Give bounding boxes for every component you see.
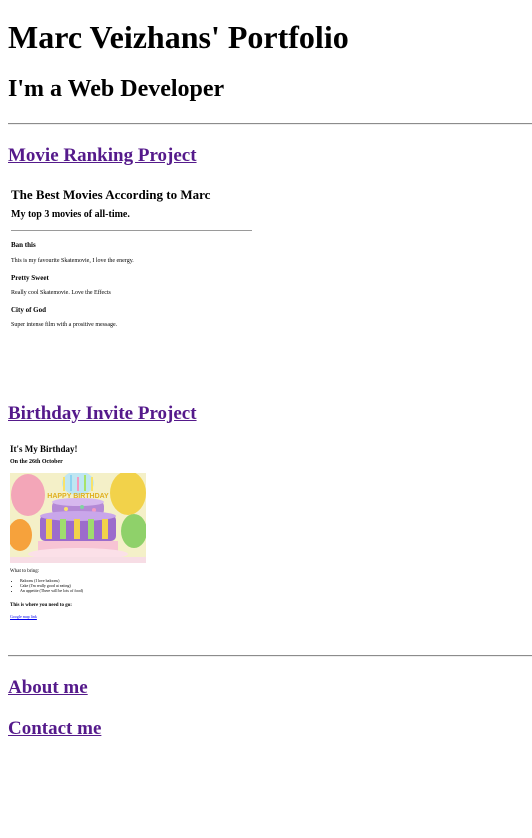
birthday-preview-title: It's My Birthday! xyxy=(10,444,78,454)
movie-name: Pretty Sweet xyxy=(11,274,49,282)
movie-description: Super intense film with a prositive mess… xyxy=(11,322,118,328)
movie-project-link[interactable]: Movie Ranking Project xyxy=(8,145,197,167)
bring-item: An appetite (There will be lots of food) xyxy=(20,588,83,593)
movie-name: City of God xyxy=(11,306,46,314)
portfolio-page: Marc Veizhans' Portfolio I'm a Web Devel… xyxy=(0,19,532,740)
divider-top xyxy=(8,123,532,125)
movie-project-section: Movie Ranking Project The Best Movies Ac… xyxy=(8,145,532,337)
about-nav: About me xyxy=(8,677,532,699)
movie-name: Ban this xyxy=(11,241,36,249)
movie-project-screenshot: The Best Movies According to Marc My top… xyxy=(8,187,258,337)
map-link: Google map link xyxy=(10,614,37,619)
page-title: Marc Veizhans' Portfolio xyxy=(8,19,349,55)
contact-me-link[interactable]: Contact me xyxy=(8,718,101,740)
movie-description: This is my favourite Skatemovie, I love … xyxy=(11,258,134,264)
page-subtitle: I'm a Web Developer xyxy=(8,76,225,102)
birthday-preview-date: On the 26th October xyxy=(10,459,63,465)
about-me-link[interactable]: About me xyxy=(8,677,88,699)
bring-label: What to bring: xyxy=(10,569,40,574)
movie-preview-subtitle: My top 3 movies of all-time. xyxy=(11,209,130,220)
birthday-project-link[interactable]: Birthday Invite Project xyxy=(8,403,197,425)
where-label: This is where you need to go: xyxy=(10,603,72,608)
birthday-project-section: Birthday Invite Project It's My Birthday… xyxy=(8,403,532,629)
divider-bottom xyxy=(8,655,532,657)
movie-preview-title: The Best Movies According to Marc xyxy=(11,187,211,202)
contact-nav: Contact me xyxy=(8,718,532,740)
birthday-project-screenshot: It's My Birthday! On the 26th October HA… xyxy=(8,444,158,629)
bring-list: Baloons (I love baloons) Cake (I'm reall… xyxy=(10,578,83,593)
movie-preview-divider xyxy=(11,230,252,231)
movie-description: Really cool Skatemovie. Love the Effects xyxy=(11,290,111,296)
birthday-cake-image: HAPPY BIRTHDAY xyxy=(10,473,146,563)
